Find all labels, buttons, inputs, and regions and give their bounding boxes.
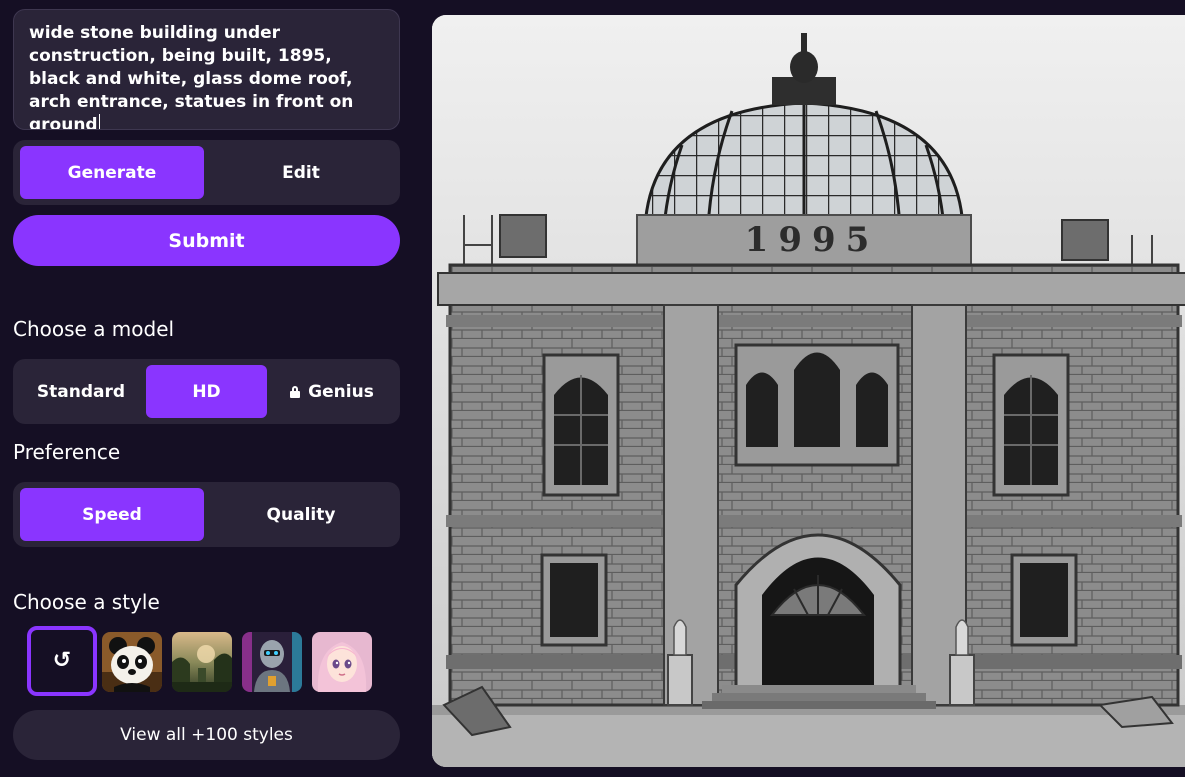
model-option-standard-label: Standard — [36, 381, 126, 402]
preference-option-quality[interactable]: Quality — [209, 488, 393, 541]
no-style-icon: ↺ — [52, 648, 72, 673]
model-option-hd[interactable]: HD — [146, 365, 267, 418]
jungle-thumbnail-image — [172, 632, 232, 692]
generated-image: 1995 — [432, 15, 1185, 767]
preference-section-title: Preference — [13, 440, 121, 464]
model-option-hd-label: HD — [192, 381, 221, 402]
style-thumb-no-style[interactable]: ↺ — [27, 626, 97, 696]
style-thumb-robot[interactable] — [242, 632, 302, 692]
view-all-styles-button[interactable]: View all +100 styles — [13, 710, 400, 760]
app-page: wide stone building under construction, … — [0, 0, 1185, 777]
model-option-genius-label: Genius — [308, 381, 374, 402]
building-illustration: 1995 — [432, 15, 1185, 767]
submit-button[interactable]: Submit — [13, 215, 400, 266]
lock-icon — [290, 385, 301, 398]
model-option-genius[interactable]: Genius — [271, 365, 393, 418]
mode-toggle: Generate Edit — [13, 140, 400, 205]
prompt-textarea[interactable]: wide stone building under construction, … — [13, 9, 400, 130]
anime-girl-thumbnail-image — [312, 632, 372, 692]
style-section-title: Choose a style — [13, 590, 160, 614]
model-section-title: Choose a model — [13, 317, 175, 341]
model-option-standard[interactable]: Standard — [20, 365, 142, 418]
text-caret — [98, 114, 100, 129]
prompt-text: wide stone building under construction, … — [29, 23, 354, 130]
preference-option-speed[interactable]: Speed — [20, 488, 204, 541]
edit-tab[interactable]: Edit — [209, 146, 393, 199]
panda-thumbnail-image — [102, 632, 162, 692]
preference-selector: Speed Quality — [13, 482, 400, 547]
style-thumb-anime-girl[interactable] — [312, 632, 372, 692]
style-thumb-jungle[interactable] — [172, 632, 232, 692]
robot-thumbnail-image — [242, 632, 302, 692]
carved-year-text: 1995 — [745, 220, 880, 260]
generate-tab[interactable]: Generate — [20, 146, 204, 199]
model-selector: Standard HD Genius — [13, 359, 400, 424]
style-thumb-panda[interactable] — [102, 632, 162, 692]
